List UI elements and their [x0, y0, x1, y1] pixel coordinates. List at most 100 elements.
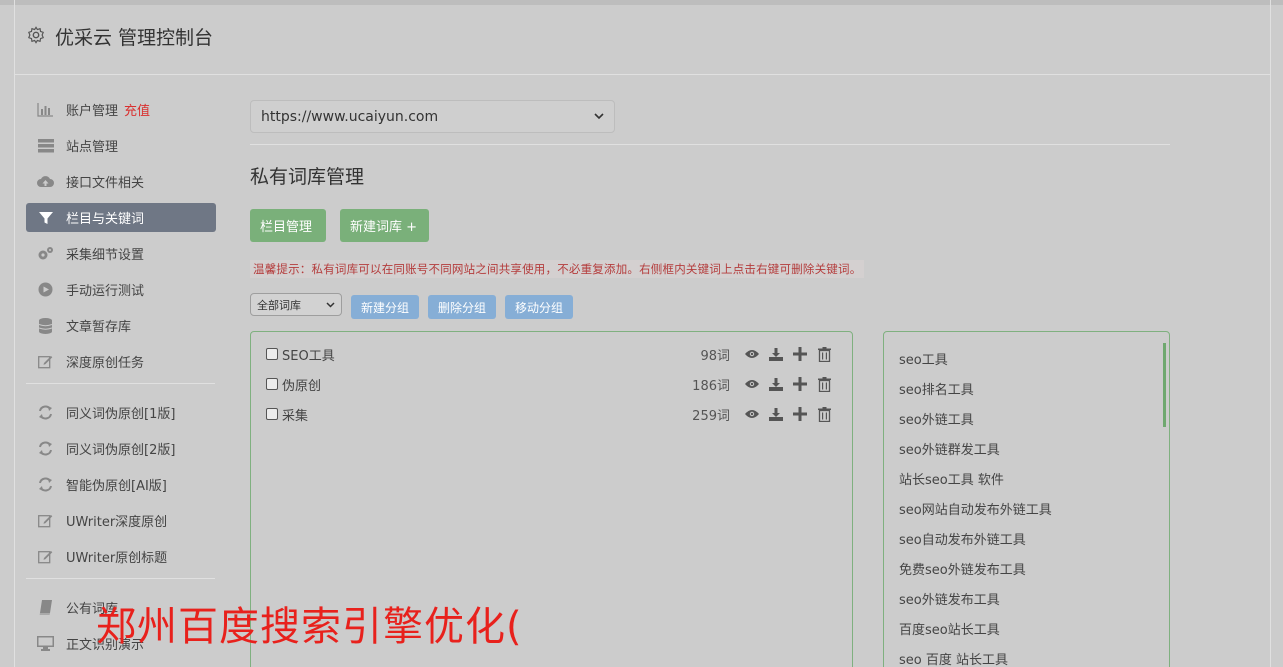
plus-icon[interactable]: [788, 377, 812, 391]
edit-icon: [37, 548, 54, 565]
sidebar-item-synonym-v2[interactable]: 同义词伪原创[2版]: [26, 434, 216, 463]
refresh-icon: [37, 476, 54, 493]
sidebar-item-api-files[interactable]: 接口文件相关: [26, 167, 216, 196]
main-content: https://www.ucaiyun.com 私有词库管理 栏目管理 新建词库…: [250, 100, 1170, 667]
keyword-item[interactable]: seo自动发布外链工具: [899, 529, 1026, 548]
sidebar-item-label: 同义词伪原创[1版]: [66, 407, 176, 422]
new-group-button[interactable]: 新建分组: [351, 295, 420, 319]
book-icon: [37, 599, 54, 616]
sidebar-divider: [26, 578, 215, 579]
trash-icon[interactable]: [812, 406, 836, 422]
refresh-icon: [37, 404, 54, 421]
recharge-link[interactable]: 充值: [124, 100, 150, 119]
sidebar-item-ai-rewrite[interactable]: 智能伪原创[AI版]: [26, 470, 216, 499]
sidebar-item-manual-run[interactable]: 手动运行测试: [26, 275, 216, 304]
divider: [250, 144, 1170, 145]
library-checkbox[interactable]: [266, 408, 278, 420]
tip-text: 温馨提示：私有词库可以在同账号不同网站之间共享使用，不必重复添加。右侧框内关键词…: [250, 260, 865, 278]
library-count: 259词: [692, 408, 730, 424]
sidebar-item-label: 文章暂存库: [66, 320, 132, 335]
database-icon: [37, 317, 54, 334]
library-checkbox[interactable]: [266, 348, 278, 360]
library-count: 186词: [692, 378, 730, 394]
page-title: 私有词库管理: [250, 166, 365, 188]
keyword-item[interactable]: seo排名工具: [899, 379, 974, 398]
cloud-upload-icon: [37, 173, 54, 190]
trash-icon[interactable]: [812, 376, 836, 392]
sidebar-item-columns-keywords[interactable]: 栏目与关键词: [26, 203, 216, 232]
delete-group-button[interactable]: 删除分组: [428, 295, 497, 319]
sidebar-item-label: 站点管理: [66, 140, 119, 155]
bar-chart-icon: [37, 101, 54, 118]
header: 优采云 管理控制台: [15, 5, 1271, 75]
filter-icon: [37, 209, 54, 226]
plus-icon[interactable]: [788, 347, 812, 361]
keyword-list-panel: seo工具 seo排名工具 seo外链工具 seo外链群发工具 站长seo工具 …: [883, 331, 1170, 667]
sidebar: 账户管理 充值 站点管理 接口文件相关 栏目与关键词 采集细节设置 手动运行测试: [26, 95, 216, 665]
sidebar-item-uwriter-title[interactable]: UWriter原创标题: [26, 542, 216, 571]
eye-icon[interactable]: [740, 409, 764, 419]
trash-icon[interactable]: [812, 346, 836, 362]
plus-icon[interactable]: [788, 407, 812, 421]
group-select-value: 全部词库: [257, 298, 301, 312]
keyword-item[interactable]: seo外链群发工具: [899, 439, 1000, 458]
sidebar-item-account[interactable]: 账户管理 充值: [26, 95, 216, 124]
site-select[interactable]: https://www.ucaiyun.com: [250, 100, 615, 133]
site-select-value: https://www.ucaiyun.com: [261, 108, 439, 125]
sidebar-item-label: 同义词伪原创[2版]: [66, 443, 176, 458]
sidebar-item-label: UWriter深度原创: [66, 515, 168, 530]
move-group-button[interactable]: 移动分组: [505, 295, 574, 319]
list-item: SEO工具 98词: [266, 344, 836, 364]
sidebar-item-uwriter-deep[interactable]: UWriter深度原创: [26, 506, 216, 535]
sidebar-item-label: 手动运行测试: [66, 284, 145, 299]
eye-icon[interactable]: [740, 379, 764, 389]
gear-icon: [28, 26, 44, 44]
keyword-item[interactable]: 免费seo外链发布工具: [899, 559, 1026, 578]
keyword-item[interactable]: seo工具: [899, 349, 948, 368]
library-name[interactable]: 采集: [282, 405, 692, 424]
server-icon: [37, 137, 54, 154]
sidebar-item-synonym-v1[interactable]: 同义词伪原创[1版]: [26, 398, 216, 427]
sidebar-item-sites[interactable]: 站点管理: [26, 131, 216, 160]
list-item: 伪原创 186词: [266, 374, 836, 394]
sidebar-item-label: 智能伪原创[AI版]: [66, 479, 167, 494]
group-select[interactable]: 全部词库: [250, 293, 342, 316]
keyword-item[interactable]: seo网站自动发布外链工具: [899, 499, 1052, 518]
sidebar-item-label: 采集细节设置: [66, 248, 145, 263]
keyword-item[interactable]: 站长seo工具 软件: [899, 469, 1004, 488]
app-title: 优采云 管理控制台: [55, 27, 214, 49]
cogs-icon: [37, 245, 54, 262]
keyword-item[interactable]: seo 百度 站长工具: [899, 649, 1008, 667]
edit-icon: [37, 512, 54, 529]
sidebar-item-collect-settings[interactable]: 采集细节设置: [26, 239, 216, 268]
download-icon[interactable]: [764, 407, 788, 421]
sidebar-item-label: UWriter原创标题: [66, 551, 168, 566]
download-icon[interactable]: [764, 377, 788, 391]
library-count: 98词: [700, 348, 730, 364]
library-checkbox[interactable]: [266, 378, 278, 390]
edit-icon: [37, 353, 54, 370]
desktop-icon: [37, 635, 54, 652]
sidebar-item-deep-original[interactable]: 深度原创任务: [26, 347, 216, 376]
overlay-caption: 郑州百度搜索引擎优化(: [96, 604, 523, 650]
library-name[interactable]: SEO工具: [282, 345, 700, 364]
sidebar-item-article-store[interactable]: 文章暂存库: [26, 311, 216, 340]
column-manage-button[interactable]: 栏目管理: [250, 209, 326, 242]
sidebar-item-label: 接口文件相关: [66, 176, 145, 191]
sidebar-item-label: 账户管理: [66, 104, 119, 119]
sidebar-item-label: 深度原创任务: [66, 356, 145, 371]
keyword-item[interactable]: seo外链发布工具: [899, 589, 1000, 608]
chevron-down-icon: [326, 301, 335, 308]
eye-icon[interactable]: [740, 349, 764, 359]
keyword-item[interactable]: seo外链工具: [899, 409, 974, 428]
chevron-down-icon: [594, 113, 604, 120]
keyword-item[interactable]: 百度seo站长工具: [899, 619, 1000, 638]
refresh-icon: [37, 440, 54, 457]
sidebar-item-label: 栏目与关键词: [66, 212, 145, 227]
scrollbar[interactable]: [1163, 343, 1166, 427]
download-icon[interactable]: [764, 347, 788, 361]
sidebar-divider: [26, 383, 215, 384]
list-item: 采集 259词: [266, 404, 836, 424]
new-library-button[interactable]: 新建词库 +: [340, 209, 429, 242]
library-name[interactable]: 伪原创: [282, 375, 692, 394]
